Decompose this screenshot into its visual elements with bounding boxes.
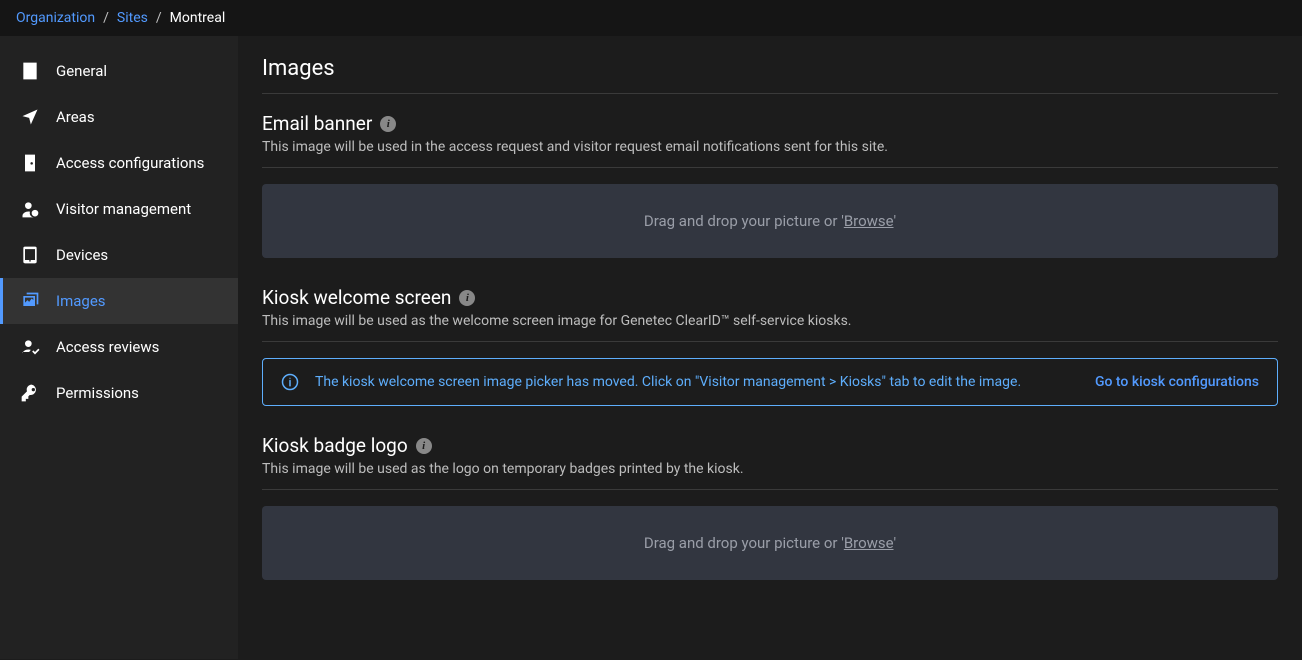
sidebar-item-label: Access configurations	[56, 154, 204, 172]
page-title: Images	[262, 56, 1278, 81]
key-icon	[20, 383, 40, 403]
info-icon[interactable]: i	[380, 116, 396, 132]
go-to-kiosk-configurations-link[interactable]: Go to kiosk configurations	[1095, 374, 1259, 390]
section-kiosk-welcome: Kiosk welcome screen i This image will b…	[262, 286, 1278, 406]
sidebar-item-label: Visitor management	[56, 200, 191, 218]
browse-link[interactable]: Browse	[844, 212, 894, 230]
section-desc-email-banner: This image will be used in the access re…	[262, 139, 1278, 155]
section-desc-kiosk-welcome: This image will be used as the welcome s…	[262, 313, 1278, 329]
browse-link[interactable]: Browse	[844, 534, 894, 552]
sidebar-item-label: General	[56, 62, 107, 80]
kiosk-welcome-info-banner: The kiosk welcome screen image picker ha…	[262, 358, 1278, 406]
dropzone-text-end: '	[894, 212, 897, 230]
section-title-email-banner: Email banner i	[262, 112, 1278, 135]
email-banner-dropzone[interactable]: Drag and drop your picture or 'Browse'	[262, 184, 1278, 258]
sidebar-item-label: Permissions	[56, 384, 139, 402]
sidebar-item-label: Devices	[56, 246, 108, 264]
section-desc-kiosk-badge: This image will be used as the logo on t…	[262, 461, 1278, 477]
user-check-icon	[20, 337, 40, 357]
section-title-text: Email banner	[262, 112, 372, 135]
section-title-text: Kiosk badge logo	[262, 434, 408, 457]
breadcrumb-sites[interactable]: Sites	[117, 10, 148, 26]
sidebar-item-label: Areas	[56, 108, 95, 126]
dropzone-text-end: '	[894, 534, 897, 552]
tablet-icon	[20, 245, 40, 265]
section-email-banner: Email banner i This image will be used i…	[262, 112, 1278, 258]
sidebar-item-images[interactable]: Images	[0, 278, 238, 324]
breadcrumb-separator: /	[103, 10, 109, 26]
info-banner-message: The kiosk welcome screen image picker ha…	[315, 374, 1095, 390]
sidebar-item-visitor-management[interactable]: Visitor management	[0, 186, 238, 232]
sidebar-item-general[interactable]: General	[0, 48, 238, 94]
sidebar-item-access-reviews[interactable]: Access reviews	[0, 324, 238, 370]
sidebar-item-areas[interactable]: Areas	[0, 94, 238, 140]
section-title-kiosk-badge: Kiosk badge logo i	[262, 434, 1278, 457]
sidebar: General Areas Access configurations Visi…	[0, 36, 238, 659]
sidebar-item-label: Images	[56, 292, 106, 310]
info-icon[interactable]: i	[416, 438, 432, 454]
sidebar-item-permissions[interactable]: Permissions	[0, 370, 238, 416]
info-icon[interactable]: i	[459, 290, 475, 306]
section-title-kiosk-welcome: Kiosk welcome screen i	[262, 286, 1278, 309]
info-circle-icon	[281, 373, 299, 391]
section-kiosk-badge: Kiosk badge logo i This image will be us…	[262, 434, 1278, 580]
sidebar-item-devices[interactable]: Devices	[0, 232, 238, 278]
images-icon	[20, 291, 40, 311]
building-icon	[20, 61, 40, 81]
breadcrumb-separator: /	[156, 10, 162, 26]
main-content: Images Email banner i This image will be…	[238, 36, 1302, 659]
dropzone-text: Drag and drop your picture or '	[644, 534, 844, 552]
door-icon	[20, 153, 40, 173]
location-arrow-icon	[20, 107, 40, 127]
user-clock-icon	[20, 199, 40, 219]
divider	[262, 93, 1278, 94]
sidebar-item-access-configurations[interactable]: Access configurations	[0, 140, 238, 186]
section-title-text: Kiosk welcome screen	[262, 286, 451, 309]
breadcrumb-organization[interactable]: Organization	[16, 10, 95, 26]
sidebar-item-label: Access reviews	[56, 338, 159, 356]
breadcrumb-current: Montreal	[170, 10, 226, 26]
dropzone-text: Drag and drop your picture or '	[644, 212, 844, 230]
breadcrumb: Organization / Sites / Montreal	[0, 0, 1302, 36]
kiosk-badge-dropzone[interactable]: Drag and drop your picture or 'Browse'	[262, 506, 1278, 580]
